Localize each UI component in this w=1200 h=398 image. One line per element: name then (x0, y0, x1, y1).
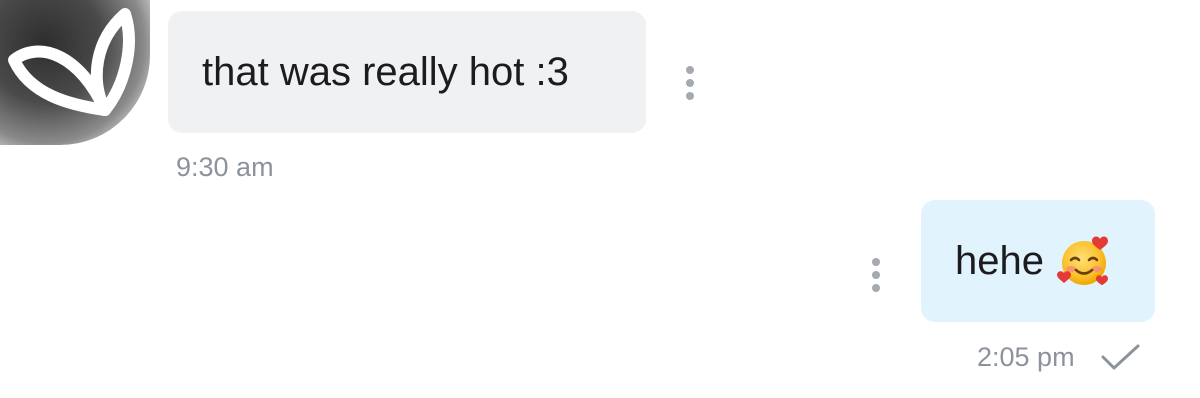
smiling-face-with-hearts-icon (1056, 236, 1108, 286)
outgoing-message-bubble[interactable]: hehe (921, 200, 1155, 322)
avatar[interactable] (0, 0, 150, 145)
avatar-logo (8, 8, 135, 116)
incoming-message-time: 9:30 am (176, 152, 274, 182)
incoming-message-bubble[interactable]: that was really hot :3 (168, 11, 646, 133)
check-icon (1101, 344, 1140, 370)
message-options-icon[interactable] (680, 66, 700, 100)
incoming-message-text: that was really hot :3 (202, 49, 569, 94)
message-options-icon[interactable] (866, 258, 886, 292)
outgoing-message-text: hehe (955, 238, 1044, 283)
outgoing-message-time: 2:05 pm (977, 342, 1075, 372)
